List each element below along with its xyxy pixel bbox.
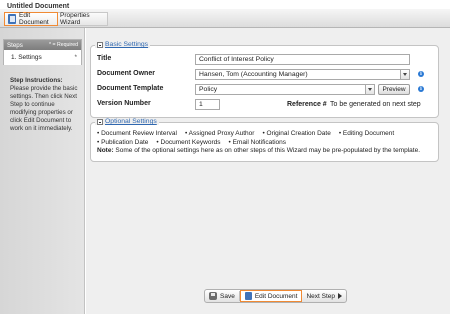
list-item: • Original Creation Date (262, 130, 331, 137)
info-icon[interactable]: i (418, 71, 424, 77)
basic-settings-legend[interactable]: Basic Settings (95, 41, 151, 48)
optional-settings-label: Optional Settings (105, 118, 157, 125)
note-text: Some of the optional settings here as on… (115, 147, 421, 154)
title-value: Conflict of Interest Policy (199, 56, 274, 63)
edit-document-label: Edit Document (19, 12, 49, 26)
list-item: • Publication Date (97, 138, 149, 146)
document-icon (244, 292, 252, 300)
owner-select[interactable]: Hansen, Tom (Accounting Manager) (195, 69, 410, 80)
collapse-icon[interactable] (97, 118, 103, 125)
owner-value: Hansen, Tom (Accounting Manager) (199, 71, 308, 78)
step-item-settings[interactable]: 1. Settings * (4, 50, 81, 65)
toolbar: Edit Document Properties Wizard (0, 9, 450, 28)
template-label: Document Template (97, 85, 164, 92)
chevron-down-icon[interactable] (365, 85, 374, 94)
edit-document-tab[interactable]: Edit Document (4, 12, 58, 26)
steps-box: Steps * = Required 1. Settings * (3, 39, 82, 65)
version-input[interactable]: 1 (195, 99, 220, 110)
optional-row-1: • Document Review Interval • Assigned Pr… (97, 130, 437, 139)
title-label: Title (97, 55, 112, 62)
list-item: • Document Review Interval (97, 130, 177, 137)
edit-document-label: Edit Document (254, 292, 298, 300)
owner-label: Document Owner (97, 70, 155, 77)
version-label: Version Number (97, 100, 151, 107)
list-item: • Email Notifications (228, 138, 287, 146)
steps-sidebar: Steps * = Required 1. Settings * Step In… (0, 28, 85, 314)
main-panel: Basic Settings Title Conflict of Interes… (86, 28, 450, 314)
save-button[interactable]: Save (205, 290, 239, 302)
properties-wizard-label: Properties Wizard (60, 12, 90, 26)
save-icon (209, 292, 217, 300)
basic-settings-label: Basic Settings (105, 41, 149, 48)
save-label: Save (220, 292, 235, 300)
next-step-button[interactable]: Next Step (302, 290, 346, 302)
optional-note: Note: Some of the optional settings here… (97, 147, 437, 156)
properties-wizard-tab[interactable]: Properties Wizard (58, 12, 108, 26)
reference-label: Reference # (287, 101, 327, 108)
reference-value: To be generated on next step (330, 101, 421, 108)
optional-row-2: • Publication Date • Document Keywords •… (97, 139, 437, 148)
instructions-title: Step Instructions: (10, 77, 63, 84)
list-item: • Document Keywords (156, 138, 221, 146)
template-select[interactable]: Policy (195, 84, 375, 95)
required-note: * = Required (49, 42, 78, 48)
chevron-down-icon[interactable] (400, 70, 409, 79)
arrow-right-icon (338, 293, 343, 299)
wizard-footer: Save Edit Document Next Step (204, 289, 348, 303)
steps-header: Steps * = Required (4, 40, 81, 50)
collapse-icon[interactable] (97, 41, 103, 48)
preview-button[interactable]: Preview (378, 84, 410, 95)
info-icon[interactable]: i (418, 86, 424, 92)
document-icon (8, 14, 17, 24)
step-label: 1. Settings (11, 54, 42, 61)
list-item: • Editing Document (338, 130, 395, 137)
next-step-label: Next Step (306, 292, 336, 300)
step-instructions: Step Instructions: Please provide the ba… (10, 77, 80, 133)
optional-settings-legend[interactable]: Optional Settings (95, 118, 159, 125)
instructions-text: Please provide the basic settings. Then … (10, 85, 78, 132)
optional-settings-list: • Document Review Interval • Assigned Pr… (97, 130, 437, 156)
optional-settings-group: Optional Settings • Document Review Inte… (90, 118, 439, 162)
steps-title: Steps (7, 41, 23, 49)
edit-document-button[interactable]: Edit Document (239, 290, 303, 302)
basic-settings-group: Basic Settings Title Conflict of Interes… (90, 41, 439, 118)
title-input[interactable]: Conflict of Interest Policy (195, 54, 410, 65)
required-marker: * (74, 54, 77, 61)
note-label: Note: (97, 147, 114, 154)
version-value: 1 (199, 101, 203, 108)
list-item: • Assigned Proxy Author (184, 130, 255, 137)
template-value: Policy (199, 86, 218, 93)
